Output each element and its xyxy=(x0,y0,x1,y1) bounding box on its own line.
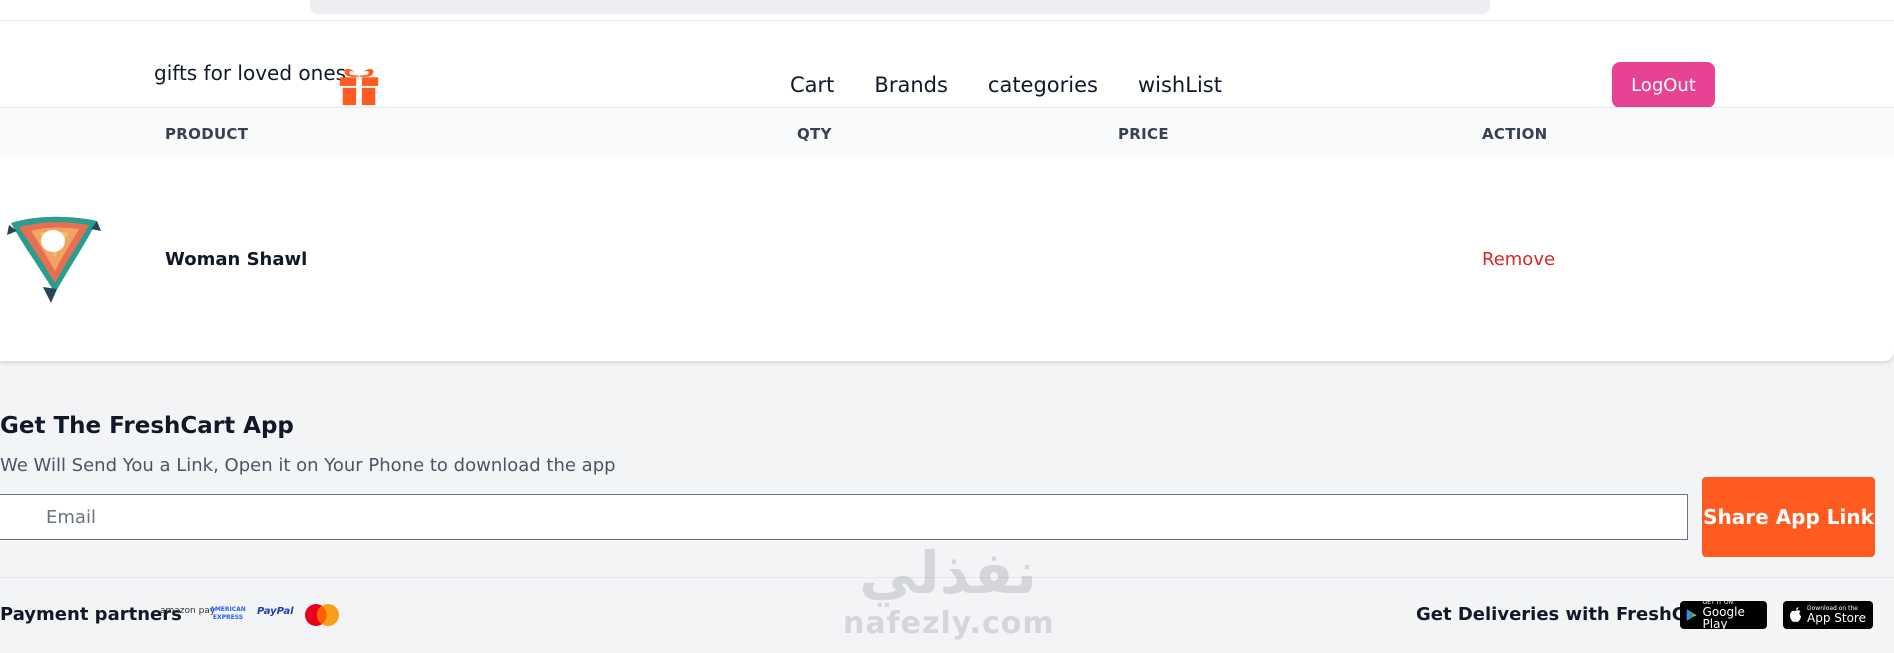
address-bar[interactable] xyxy=(310,0,1490,14)
watermark-arabic-text: نفذلي xyxy=(859,539,1037,607)
google-play-big-text: Google Play xyxy=(1702,605,1745,631)
payment-partners-label: Payment partners xyxy=(0,604,182,625)
wishlist-table: PRODUCT QTY PRICE ACTION Woman Shawl Rem… xyxy=(0,107,1894,361)
table-row: Woman Shawl Remove xyxy=(0,157,1894,361)
google-play-icon xyxy=(1686,609,1697,621)
email-input[interactable] xyxy=(0,494,1688,540)
google-play-badge[interactable]: GET IT ON Google Play xyxy=(1680,600,1767,631)
nav-link-brands[interactable]: Brands xyxy=(874,73,948,97)
deliveries-label: Get Deliveries with FreshCart xyxy=(1416,604,1715,625)
amex-logo: AMERICAN EXPRESS xyxy=(210,606,246,621)
column-header-price: PRICE xyxy=(1118,125,1169,143)
app-section-title: Get The FreshCart App xyxy=(0,413,294,439)
nav-link-wishlist[interactable]: wishList xyxy=(1138,73,1222,97)
app-store-big-text: App Store xyxy=(1807,611,1866,625)
paypal-logo: PayPal xyxy=(257,606,294,617)
mastercard-logo xyxy=(305,604,339,626)
product-name: Woman Shawl xyxy=(165,249,308,270)
nav-link-cart[interactable]: Cart xyxy=(790,73,834,97)
apple-icon xyxy=(1790,607,1801,622)
watermark-latin-text: nafezly.com xyxy=(843,606,1055,641)
remove-link[interactable]: Remove xyxy=(1482,249,1555,270)
app-store-badge[interactable]: Download on the App Store xyxy=(1783,601,1873,629)
logout-button[interactable]: LogOut xyxy=(1612,62,1715,108)
amazon-pay-logo: amazon pay xyxy=(160,606,216,616)
footer-divider xyxy=(0,577,1894,578)
nav-link-categories[interactable]: categories xyxy=(988,73,1098,97)
column-header-action: ACTION xyxy=(1482,125,1548,143)
navbar: gifts for loved ones Cart Brands categor… xyxy=(0,21,1894,108)
app-section-subtitle: We Will Send You a Link, Open it on Your… xyxy=(0,455,616,476)
share-app-link-button[interactable]: Share App Link xyxy=(1702,477,1875,557)
column-header-qty: QTY xyxy=(797,125,832,143)
gift-icon xyxy=(339,68,379,106)
column-header-product: PRODUCT xyxy=(165,125,249,143)
nafezly-watermark: نفذلي nafezly.com xyxy=(843,539,1055,650)
product-image xyxy=(7,216,101,303)
brand-name[interactable]: gifts for loved ones xyxy=(154,61,346,85)
browser-toolbar xyxy=(0,0,1894,21)
table-header: PRODUCT QTY PRICE ACTION xyxy=(0,107,1894,157)
nav-links: Cart Brands categories wishList xyxy=(790,73,1222,97)
